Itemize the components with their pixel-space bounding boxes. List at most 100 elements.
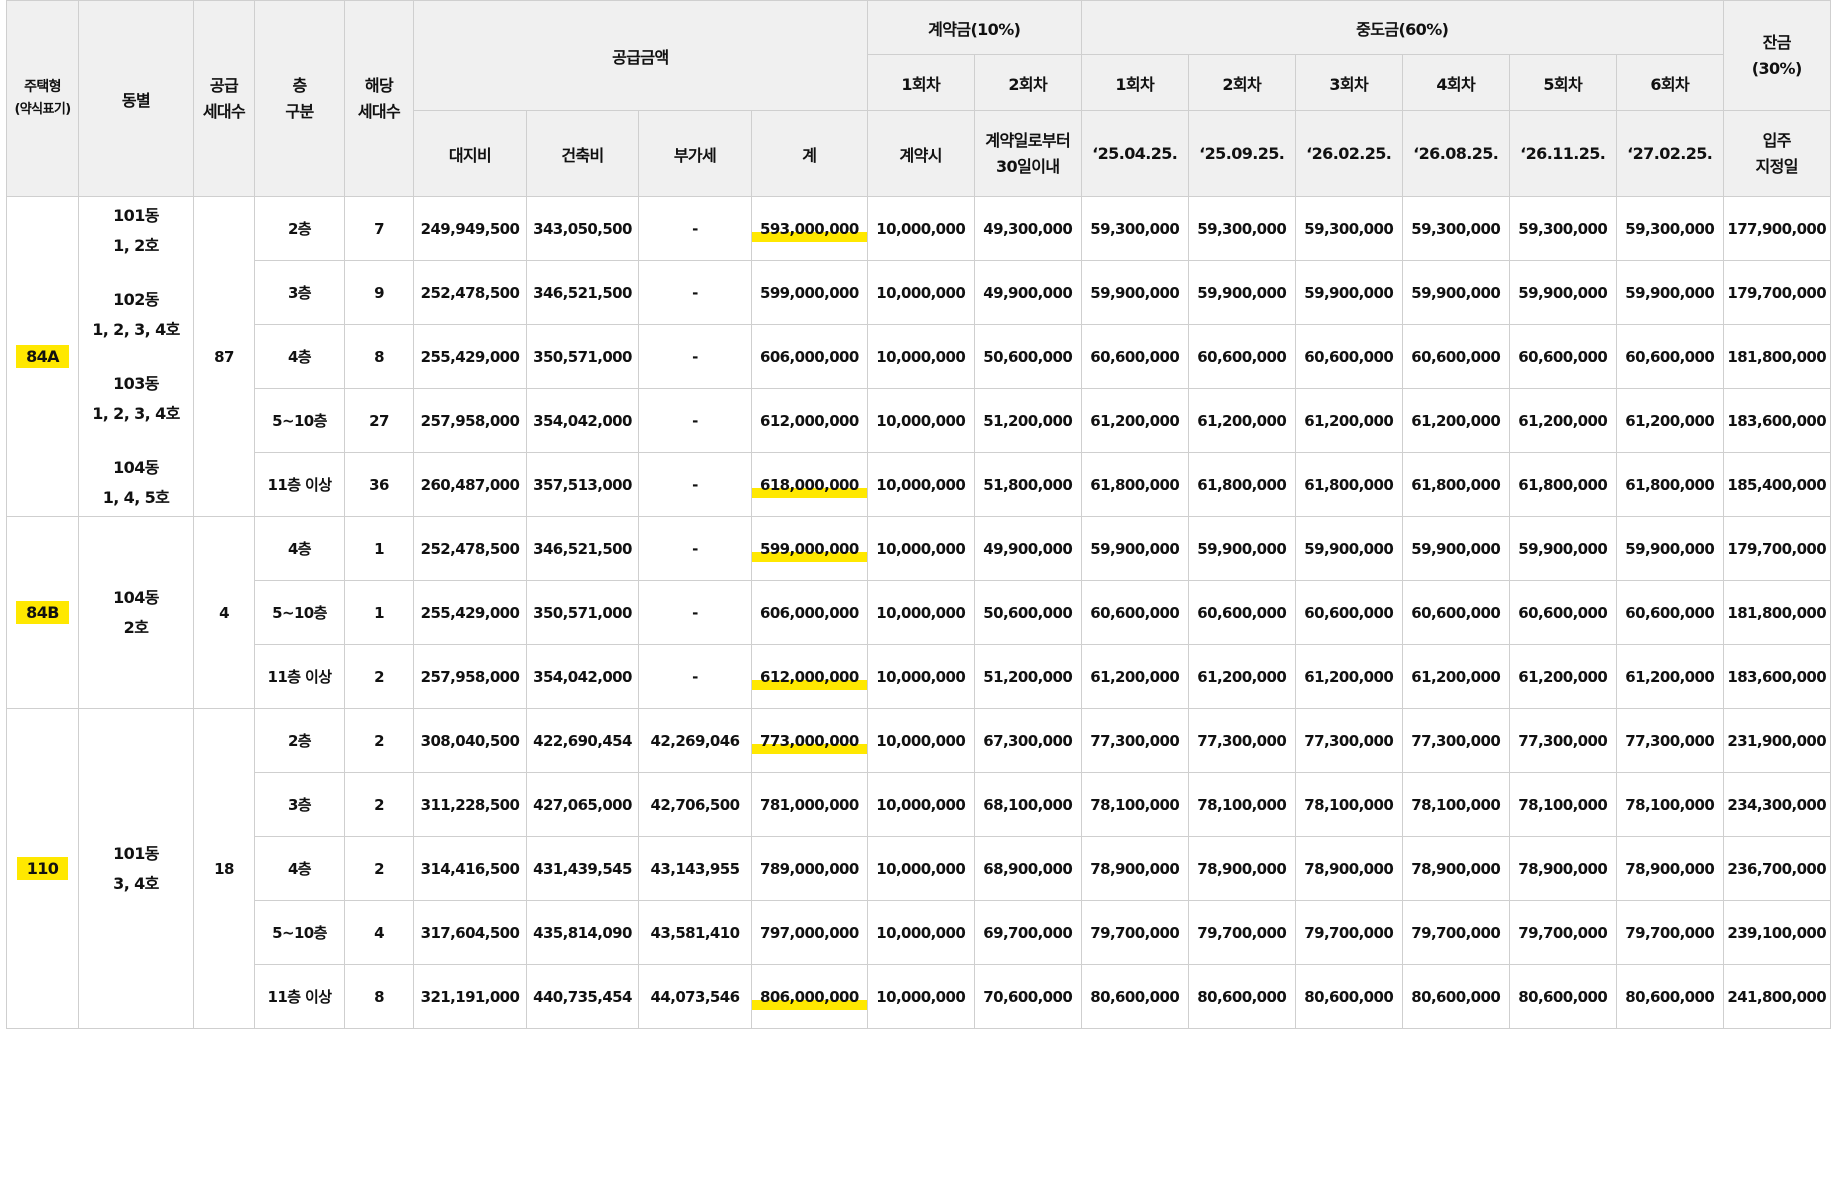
dong-line	[80, 345, 193, 369]
deposit-2-cell: 49,900,000	[973, 516, 1082, 581]
header-deposit-date-1: 계약시	[866, 110, 975, 197]
total-cell: 606,000,000	[751, 324, 868, 389]
deposit-2-cell: 50,600,000	[973, 324, 1082, 389]
middle-payment-cell: 61,200,000	[1187, 644, 1296, 709]
header-middle-payment: 중도금(60%)	[1080, 0, 1724, 55]
total-value: 797,000,000	[760, 923, 859, 942]
middle-payment-cell: 78,900,000	[1187, 836, 1296, 901]
units-cell: 4	[344, 900, 414, 965]
middle-payment-cell: 79,700,000	[1080, 900, 1189, 965]
middle-payment-cell: 59,300,000	[1294, 196, 1403, 261]
middle-payment-cell: 59,900,000	[1615, 260, 1724, 325]
total-value: 618,000,000	[752, 473, 867, 498]
dong-line: 2호	[123, 617, 149, 637]
table-row: 4층 8 255,429,000 350,571,000-606,000,000 10,…	[7, 324, 1831, 389]
total-cell: 599,000,000	[751, 260, 868, 325]
middle-payment-cell: 59,900,000	[1294, 516, 1403, 581]
vat-cell: 42,706,500	[638, 772, 752, 837]
middle-payment-cell: 59,300,000	[1187, 196, 1296, 261]
middle-payment-cell: 78,100,000	[1401, 772, 1510, 837]
balance-cell: 181,800,000	[1722, 580, 1831, 645]
middle-payment-cell: 60,600,000	[1615, 324, 1724, 389]
middle-payment-cell: 77,300,000	[1508, 708, 1617, 773]
table-row: 3층 9 252,478,500 346,521,500-599,000,000 10,…	[7, 260, 1831, 325]
total-value: 806,000,000	[752, 985, 867, 1010]
header-mid-round: 5회차	[1508, 54, 1617, 111]
header-total: 계	[751, 110, 868, 197]
units-cell: 2	[344, 836, 414, 901]
header-units: 해당 세대수	[344, 0, 414, 197]
middle-payment-cell: 61,800,000	[1080, 452, 1189, 517]
floor-cell: 4층	[254, 516, 345, 581]
middle-payment-cell: 61,200,000	[1401, 644, 1510, 709]
middle-payment-cell: 61,800,000	[1615, 452, 1724, 517]
land-cost-cell: 311,228,500	[413, 772, 527, 837]
header-supply-units: 공급 세대수	[193, 0, 255, 197]
vat-cell: -	[638, 324, 752, 389]
table-row: 5~10층 1 255,429,000 350,571,000-606,000,000…	[7, 580, 1831, 645]
floor-cell: 4층	[254, 324, 345, 389]
deposit-1-cell: 10,000,000	[866, 388, 975, 453]
middle-payment-cell: 77,300,000	[1080, 708, 1189, 773]
deposit-2-cell: 67,300,000	[973, 708, 1082, 773]
header-mid-round: 3회차	[1294, 54, 1403, 111]
middle-payment-cell: 60,600,000	[1294, 324, 1403, 389]
middle-payment-cell: 78,100,000	[1294, 772, 1403, 837]
dong-line: 1, 2, 3, 4호	[92, 319, 180, 339]
deposit-2-cell: 51,200,000	[973, 644, 1082, 709]
total-value: 612,000,000	[752, 665, 867, 690]
floor-cell: 5~10층	[254, 388, 345, 453]
building-cost-cell: 343,050,500	[526, 196, 639, 261]
middle-payment-cell: 59,900,000	[1080, 516, 1189, 581]
middle-payment-cell: 79,700,000	[1187, 900, 1296, 965]
middle-payment-cell: 77,300,000	[1401, 708, 1510, 773]
middle-payment-cell: 59,900,000	[1401, 260, 1510, 325]
middle-payment-cell: 59,900,000	[1615, 516, 1724, 581]
dong-line	[80, 261, 193, 285]
middle-payment-cell: 78,900,000	[1508, 836, 1617, 901]
dong-line: 3, 4호	[113, 873, 159, 893]
vat-cell: -	[638, 452, 752, 517]
land-cost-cell: 252,478,500	[413, 260, 527, 325]
land-cost-cell: 257,958,000	[413, 644, 527, 709]
dong-line: 1, 2, 3, 4호	[92, 403, 180, 423]
header-dong: 동별	[78, 0, 194, 197]
house-type-cell: 84A	[6, 196, 79, 517]
middle-payment-cell: 77,300,000	[1615, 708, 1724, 773]
dong-line: 101동	[113, 205, 159, 225]
deposit-1-cell: 10,000,000	[866, 580, 975, 645]
house-type-label: 84B	[16, 601, 69, 624]
units-cell: 7	[344, 196, 414, 261]
middle-payment-cell: 61,800,000	[1294, 452, 1403, 517]
table-row: 11층 이상 36 260,487,000 357,513,000-618,000,0…	[7, 452, 1831, 517]
middle-payment-cell: 61,200,000	[1294, 388, 1403, 453]
units-cell: 2	[344, 772, 414, 837]
floor-cell: 3층	[254, 772, 345, 837]
table-row: 84A 101동 1, 2호 102동 1, 2, 3, 4호 103동 1, 2, 3, …	[6, 196, 1831, 517]
middle-payment-cell: 80,600,000	[1615, 964, 1724, 1029]
building-cost-cell: 350,571,000	[526, 324, 639, 389]
header-floor: 층 구분	[254, 0, 345, 197]
middle-payment-cell: 79,700,000	[1294, 900, 1403, 965]
units-cell: 9	[344, 260, 414, 325]
middle-payment-cell: 60,600,000	[1615, 580, 1724, 645]
dong-line: 101동	[113, 843, 159, 863]
middle-payment-cell: 61,800,000	[1508, 452, 1617, 517]
dong-cell: 101동 3, 4호	[78, 708, 194, 1029]
deposit-1-cell: 10,000,000	[866, 836, 975, 901]
land-cost-cell: 321,191,000	[413, 964, 527, 1029]
deposit-1-cell: 10,000,000	[866, 196, 975, 261]
middle-payment-cell: 80,600,000	[1508, 964, 1617, 1029]
deposit-2-cell: 68,900,000	[973, 836, 1082, 901]
header-building: 건축비	[526, 110, 639, 197]
units-cell: 36	[344, 452, 414, 517]
units-cell: 2	[344, 644, 414, 709]
total-cell: 781,000,000	[751, 772, 868, 837]
deposit-2-cell: 49,300,000	[973, 196, 1082, 261]
total-cell: 618,000,000	[751, 452, 868, 517]
middle-payment-cell: 59,900,000	[1187, 516, 1296, 581]
supply-price-table: 주택형 (약식표기) 동별 공급 세대수 층 구분 해당 세대수 공급금액 계약금(10…	[6, 0, 1831, 1029]
land-cost-cell: 255,429,000	[413, 324, 527, 389]
header-mid-round: 6회차	[1615, 54, 1724, 111]
total-value: 612,000,000	[760, 411, 859, 430]
